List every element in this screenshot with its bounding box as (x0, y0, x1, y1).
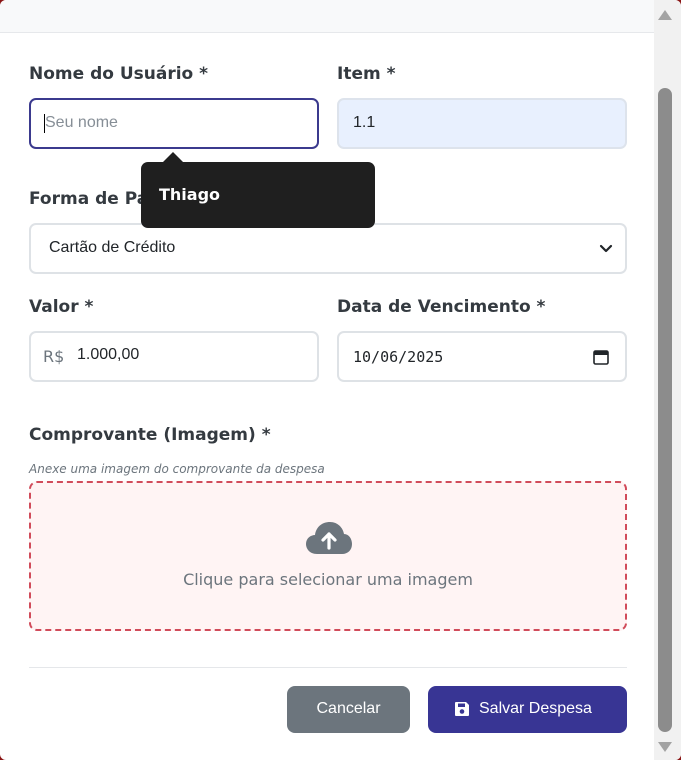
footer-divider (29, 667, 627, 668)
due-date-input[interactable]: 10/06/2025 (337, 331, 627, 382)
user-name-placeholder: Seu nome (45, 114, 118, 131)
dropzone-text: Clique para selecionar uma imagem (183, 570, 473, 589)
item-input[interactable]: 1.1 (337, 98, 627, 149)
payment-method-value: Cartão de Crédito (49, 239, 176, 256)
currency-prefix: R$ (43, 347, 65, 366)
calendar-icon[interactable] (593, 349, 609, 365)
cloud-upload-icon (306, 522, 352, 554)
modal-header (0, 0, 654, 33)
cancel-button[interactable]: Cancelar (287, 686, 410, 733)
receipt-dropzone[interactable]: Clique para selecionar uma imagem (29, 481, 627, 631)
item-value: 1.1 (353, 114, 376, 131)
value-input[interactable]: R$ 1.000,00 (29, 331, 319, 382)
receipt-label: Comprovante (Imagem) * (29, 425, 271, 445)
due-date-value: 10/06/2025 (353, 348, 444, 366)
value-amount: 1.000,00 (77, 346, 140, 363)
user-name-input[interactable]: Seu nome (29, 98, 319, 149)
user-name-label: Nome do Usuário * (29, 64, 209, 84)
suggestion-text: Thiago (159, 185, 221, 204)
scroll-down-arrow-icon[interactable] (658, 742, 672, 752)
scroll-up-arrow-icon[interactable] (658, 10, 672, 20)
name-suggestion-tooltip[interactable]: Thiago (141, 152, 375, 228)
expense-modal: Nome do Usuário * Seu nome Item * 1.1 Fo… (0, 0, 681, 760)
chevron-down-icon (599, 244, 613, 253)
scrollbar-thumb[interactable] (658, 88, 672, 732)
cancel-button-label: Cancelar (316, 700, 381, 717)
item-label: Item * (337, 64, 396, 84)
save-icon (455, 702, 469, 716)
receipt-hint: Anexe uma imagem do comprovante da despe… (29, 462, 325, 476)
save-button-label: Salvar Despesa (479, 700, 592, 717)
value-label: Valor * (29, 297, 94, 317)
due-date-label: Data de Vencimento * (337, 297, 546, 317)
save-expense-button[interactable]: Salvar Despesa (428, 686, 627, 733)
payment-method-select[interactable]: Cartão de Crédito (29, 223, 627, 274)
